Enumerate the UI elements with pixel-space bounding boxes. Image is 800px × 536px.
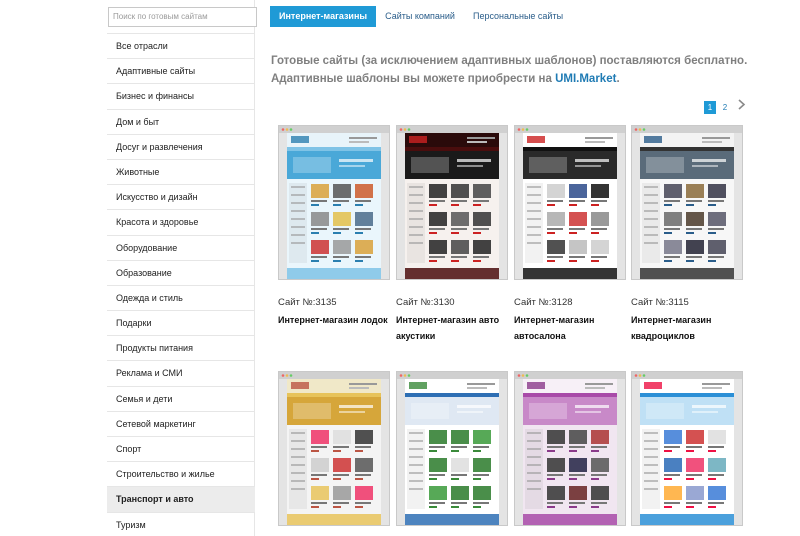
- info-line-2-suffix: .: [616, 73, 620, 85]
- sidebar-item[interactable]: Строительство и жилье: [107, 462, 255, 488]
- sidebar-item[interactable]: Красота и здоровье: [107, 210, 255, 236]
- sidebar-item[interactable]: Бизнес и финансы: [107, 84, 255, 110]
- template-id: Сайт №:3130: [396, 297, 455, 308]
- sidebar-item[interactable]: Подарки: [107, 311, 255, 337]
- tab-0[interactable]: Интернет-магазины: [270, 6, 377, 27]
- info-line-1: Готовые сайты (за исключением адаптивных…: [271, 55, 748, 67]
- sidebar-item[interactable]: Спорт: [107, 437, 255, 463]
- template-thumbnail[interactable]: [396, 371, 508, 526]
- sidebar-item[interactable]: Продукты питания: [107, 336, 255, 362]
- template-title[interactable]: Интернет-магазин автосалона: [514, 312, 626, 346]
- template-title[interactable]: Интернет-магазин квадроциклов: [631, 312, 743, 346]
- template-thumbnail[interactable]: [278, 125, 390, 280]
- sidebar-item[interactable]: Искусство и дизайн: [107, 185, 255, 211]
- sidebar-item[interactable]: Образование: [107, 261, 255, 286]
- sidebar-item[interactable]: Оборудование: [107, 236, 255, 261]
- sidebar: Все отраслиАдаптивные сайтыБизнес и фина…: [107, 0, 257, 536]
- tab-bar: Интернет-магазины Сайты компаний Персональ…: [270, 6, 572, 27]
- umi-market-link[interactable]: UMI.Market: [555, 73, 616, 85]
- template-card: [514, 371, 626, 526]
- sidebar-item[interactable]: Туризм: [107, 513, 255, 536]
- template-card: [631, 371, 743, 526]
- template-thumbnail[interactable]: [631, 125, 743, 280]
- template-title[interactable]: Интернет-магазин лодок: [278, 312, 390, 346]
- template-card: [631, 125, 743, 280]
- search-box: [108, 6, 257, 27]
- template-id: Сайт №:3115: [631, 297, 689, 308]
- template-thumbnail[interactable]: [278, 371, 390, 526]
- info-line-2: Адаптивные шаблоны вы можете приобрести …: [271, 70, 751, 88]
- pagination: 12: [704, 98, 746, 116]
- category-list: Все отрасли Адаптивные сайты Бизнес и фина…: [107, 33, 255, 536]
- chevron-right-icon[interactable]: [734, 98, 746, 116]
- search-input[interactable]: [108, 6, 257, 27]
- tab-2[interactable]: Персональные сайты: [464, 6, 572, 27]
- info-line-2-text: Адаптивные шаблоны вы можете приобрести …: [271, 73, 556, 85]
- sidebar-item[interactable]: Все отрасли: [107, 34, 255, 60]
- template-card: [278, 125, 390, 280]
- info-text: Готовые сайты (за исключением адаптивных…: [271, 52, 751, 88]
- template-id: Сайт №:3135: [278, 297, 337, 308]
- template-title[interactable]: Интернет-магазин авто акустики: [396, 312, 508, 346]
- template-card: [396, 125, 508, 280]
- tab-1[interactable]: Сайты компаний: [376, 6, 464, 27]
- sidebar-item[interactable]: Адаптивные сайты: [107, 59, 255, 85]
- sidebar-item[interactable]: Одежда и стиль: [107, 286, 255, 312]
- sidebar-item[interactable]: Транспорт и авто: [107, 487, 255, 513]
- template-thumbnail[interactable]: [514, 125, 626, 280]
- sidebar-item[interactable]: Семья и дети: [107, 387, 255, 412]
- sidebar-item[interactable]: Сетевой маркетинг: [107, 412, 255, 437]
- page-link[interactable]: 2: [719, 101, 731, 114]
- template-thumbnail[interactable]: [396, 125, 508, 280]
- sidebar-item[interactable]: Реклама и СМИ: [107, 361, 255, 387]
- template-card: [278, 371, 390, 526]
- sidebar-item[interactable]: Животные: [107, 160, 255, 186]
- template-card: [396, 371, 508, 526]
- sidebar-item[interactable]: Дом и быт: [107, 110, 255, 135]
- page-link[interactable]: 1: [704, 100, 716, 114]
- template-card: [514, 125, 626, 280]
- sidebar-item[interactable]: Досуг и развлечения: [107, 135, 255, 160]
- template-id: Сайт №:3128: [514, 297, 573, 308]
- template-thumbnail[interactable]: [514, 371, 626, 526]
- template-thumbnail[interactable]: [631, 371, 743, 526]
